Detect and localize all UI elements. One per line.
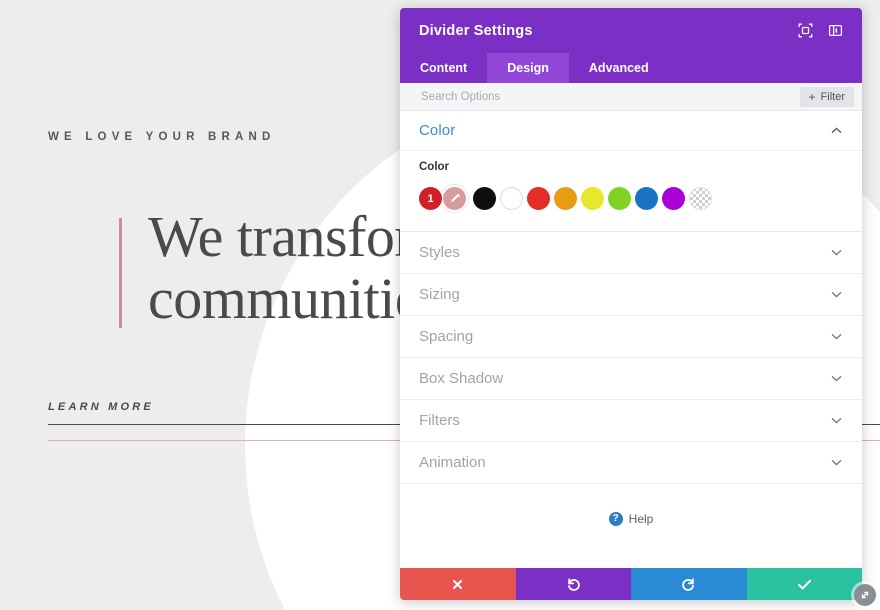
chevron-down-icon (829, 414, 843, 428)
color-swatch-purple[interactable] (662, 187, 685, 210)
redo-button[interactable] (631, 568, 747, 600)
help-label: Help (628, 512, 654, 526)
section-header-filters[interactable]: Filters (400, 400, 862, 442)
color-swatch-white[interactable] (500, 187, 523, 210)
filter-button[interactable]: + Filter (799, 86, 854, 107)
cancel-button[interactable] (400, 568, 516, 600)
filter-button-label: Filter (820, 90, 845, 103)
eyedropper-icon (443, 187, 466, 210)
help-link[interactable]: ? Help (400, 512, 862, 526)
resize-modal-icon[interactable] (794, 20, 816, 42)
section-header-spacing[interactable]: Spacing (400, 316, 862, 358)
section-title-animation: Animation (419, 454, 486, 471)
hero-eyebrow-text: WE LOVE YOUR BRAND (48, 131, 276, 143)
section-title-styles: Styles (419, 244, 460, 261)
learn-more-link[interactable]: LEARN MORE (48, 401, 154, 413)
panel-layout-icon[interactable] (824, 20, 846, 42)
color-swatch-transparent[interactable] (689, 187, 712, 210)
section-title-spacing: Spacing (419, 328, 474, 345)
section-header-styles[interactable]: Styles (400, 232, 862, 274)
plus-icon: + (808, 89, 816, 104)
chevron-down-icon (829, 372, 843, 386)
section-title-color: Color (419, 122, 456, 139)
section-header-box-shadow[interactable]: Box Shadow (400, 358, 862, 400)
color-preset-1-label: 1 (427, 192, 434, 205)
modal-action-bar (400, 568, 862, 600)
selected-custom-color-swatch[interactable] (440, 184, 469, 213)
section-title-sizing: Sizing (419, 286, 460, 303)
modal-header: Divider Settings (400, 8, 862, 53)
save-button[interactable] (746, 568, 862, 600)
color-swatch-red[interactable] (527, 187, 550, 210)
section-title-box-shadow: Box Shadow (419, 370, 504, 387)
tab-advanced[interactable]: Advanced (569, 53, 669, 83)
color-preset-1-swatch[interactable]: 1 (419, 187, 442, 210)
color-swatch-row: 1 (419, 184, 843, 213)
section-header-color[interactable]: Color (400, 111, 862, 151)
tab-content[interactable]: Content (400, 53, 487, 83)
help-icon: ? (608, 512, 623, 526)
chevron-down-icon (829, 246, 843, 260)
modal-body: Color Color 1 Styles Sizing Spacing Box … (400, 111, 862, 568)
color-swatch-green[interactable] (608, 187, 631, 210)
color-swatch-yellow[interactable] (581, 187, 604, 210)
chevron-down-icon (829, 330, 843, 344)
color-swatch-black[interactable] (473, 187, 496, 210)
undo-button[interactable] (515, 568, 631, 600)
divider-settings-modal: Divider Settings Content Design Advanced… (400, 8, 862, 600)
color-section-body: Color 1 (400, 151, 862, 232)
color-swatch-blue[interactable] (635, 187, 658, 210)
hero-accent-bar (119, 218, 122, 328)
resize-handle[interactable] (854, 584, 876, 606)
chevron-down-icon (829, 456, 843, 470)
chevron-down-icon (829, 288, 843, 302)
color-field-label: Color (419, 161, 450, 173)
section-header-sizing[interactable]: Sizing (400, 274, 862, 316)
modal-tabs: Content Design Advanced (400, 53, 862, 83)
section-title-filters: Filters (419, 412, 460, 429)
chevron-up-icon (829, 124, 843, 138)
color-swatch-orange[interactable] (554, 187, 577, 210)
search-row: + Filter (400, 83, 862, 111)
section-header-animation[interactable]: Animation (400, 442, 862, 484)
search-input[interactable] (419, 89, 800, 104)
modal-title: Divider Settings (419, 22, 533, 39)
tab-design[interactable]: Design (487, 53, 569, 83)
